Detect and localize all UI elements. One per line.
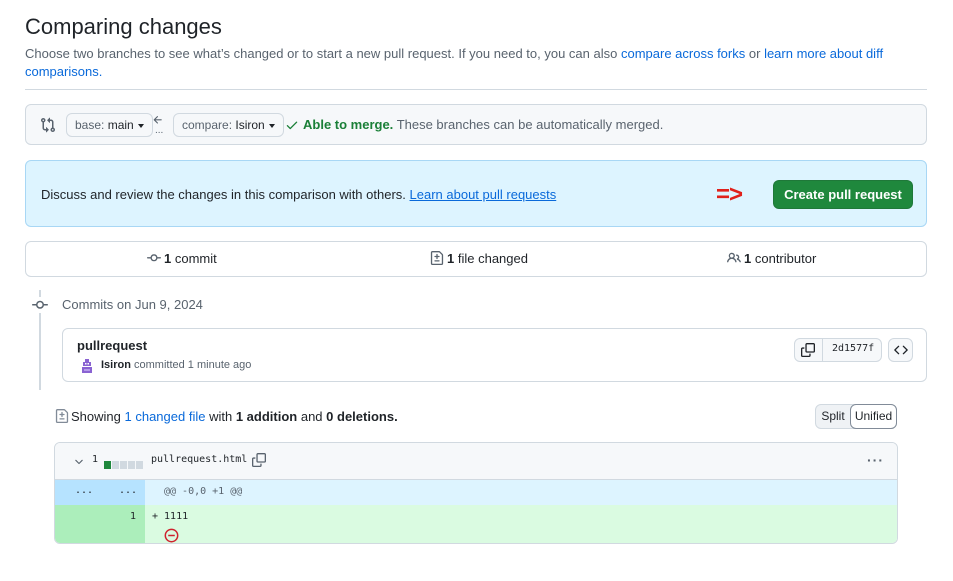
commit-meta: Isiron committed 1 minute ago [101,359,251,371]
git-compare-icon [41,117,56,133]
people-icon [727,252,741,263]
copy-icon [801,343,815,357]
compare-branch-select[interactable]: compare: Isiron [173,113,284,137]
page-title: Comparing changes [25,14,222,39]
hunk-expand-gutter[interactable]: ... ... [55,480,145,505]
subtitle-or: or [748,46,761,61]
commits-group-date: Commits on Jun 9, 2024 [62,297,203,312]
code-icon [894,345,908,355]
commit-time: committed 1 minute ago [134,359,252,371]
page-subtitle: Choose two branches to see what’s change… [25,45,895,81]
arrow-annotation: => [716,181,743,208]
commits-count-link[interactable]: 1 commit [147,251,217,266]
commits-label: commit [174,251,217,266]
hunk-header: @@ -0,0 +1 @@ [164,486,243,497]
diffstat-added-block [104,461,111,469]
diffstat-bar [104,456,144,472]
showing-label: Showing [71,409,121,424]
file-diff-icon [55,409,69,423]
pull-request-prompt: Discuss and review the changes in this c… [25,160,927,227]
split-view-button[interactable]: Split [816,405,850,428]
additions-count: 1 addition [235,409,298,424]
caret-down-icon [268,123,275,128]
git-commit-icon [32,297,48,313]
file-diff: 1 pullrequest.html ··· ... ... @@ -0,0 +… [54,442,898,544]
files-count: 1 [447,251,455,266]
files-changed-link[interactable]: 1 file changed [430,251,528,266]
commit-title-link[interactable]: pullrequest [77,338,147,353]
base-label: base: [75,118,105,132]
learn-pull-requests-link[interactable]: Learn about pull requests [410,187,557,202]
hunk-header-row: ... ... @@ -0,0 +1 @@ [55,480,897,505]
compare-across-forks-link[interactable]: compare across forks [621,46,745,61]
deletions-count: 0 deletions. [326,409,398,424]
file-diff-icon [430,251,444,265]
compare-label: compare: [182,118,233,132]
caret-down-icon [137,123,144,128]
file-change-count: 1 [92,454,99,465]
contributors-label: contributor [754,251,817,266]
added-line-gutter[interactable]: 1 [55,505,145,543]
compare-value: Isiron [235,118,265,132]
file-header: 1 pullrequest.html ··· [55,443,897,480]
diffstat-neutral-block [136,461,143,469]
header-divider [25,89,927,90]
and-label: and [300,409,323,424]
diffstat-neutral-block [112,461,119,469]
hunk-left-dots: ... [75,485,94,496]
discuss-text: Discuss and review the changes in this c… [41,187,406,202]
create-pull-request-button[interactable]: Create pull request [773,180,913,209]
browse-repository-button[interactable] [888,338,913,362]
files-label: file changed [457,251,528,266]
diff-view-toggle: Split Unified [815,404,897,429]
file-name-link[interactable]: pullrequest.html [151,454,247,465]
added-line-code: + 1111 [152,511,189,522]
range-editor: base: main ... compare: Isiron Able to m… [25,104,927,145]
avatar[interactable] [80,358,94,374]
merge-status-label: Able to merge. [303,117,394,132]
range-dots: ... [155,125,164,136]
merge-status: Able to merge. These branches can be aut… [303,117,663,132]
diffstat-neutral-block [128,461,135,469]
unified-view-button[interactable]: Unified [850,404,897,429]
comparison-summary: 1 commit 1 file changed 1 contributor [25,241,927,277]
commit-item: pullrequest Isiron committed 1 minute ag… [62,328,927,382]
commits-count: 1 [164,251,172,266]
commit-sha-group: 2d1577f [794,338,882,362]
chevron-down-icon[interactable] [73,456,85,468]
diff-summary: Showing 1 changed file with 1 addition a… [71,409,398,424]
hunk-right-dots: ... [119,485,138,496]
subtitle-text: Choose two branches to see what’s change… [25,46,618,61]
copy-icon[interactable] [252,453,266,467]
diffstat-neutral-block [120,461,127,469]
base-value: main [107,118,134,132]
with-label: with [209,409,233,424]
commit-author-link[interactable]: Isiron [101,359,131,371]
copy-sha-button[interactable] [795,339,823,361]
check-icon [286,121,298,130]
kebab-menu-icon[interactable]: ··· [867,452,884,468]
contributors-link[interactable]: 1 contributor [727,251,816,266]
added-line-number: 1 [130,511,137,522]
changed-files-link[interactable]: 1 changed file [125,409,206,424]
merge-status-detail: These branches can be automatically merg… [396,117,664,132]
added-line-row: 1 + 1111 [55,505,897,543]
discuss-text-line: Discuss and review the changes in this c… [41,187,556,202]
git-commit-icon [147,254,161,262]
no-entry-icon [164,528,179,543]
commit-sha-link[interactable]: 2d1577f [832,343,874,354]
base-branch-select[interactable]: base: main [66,113,153,137]
contributors-count: 1 [744,251,752,266]
